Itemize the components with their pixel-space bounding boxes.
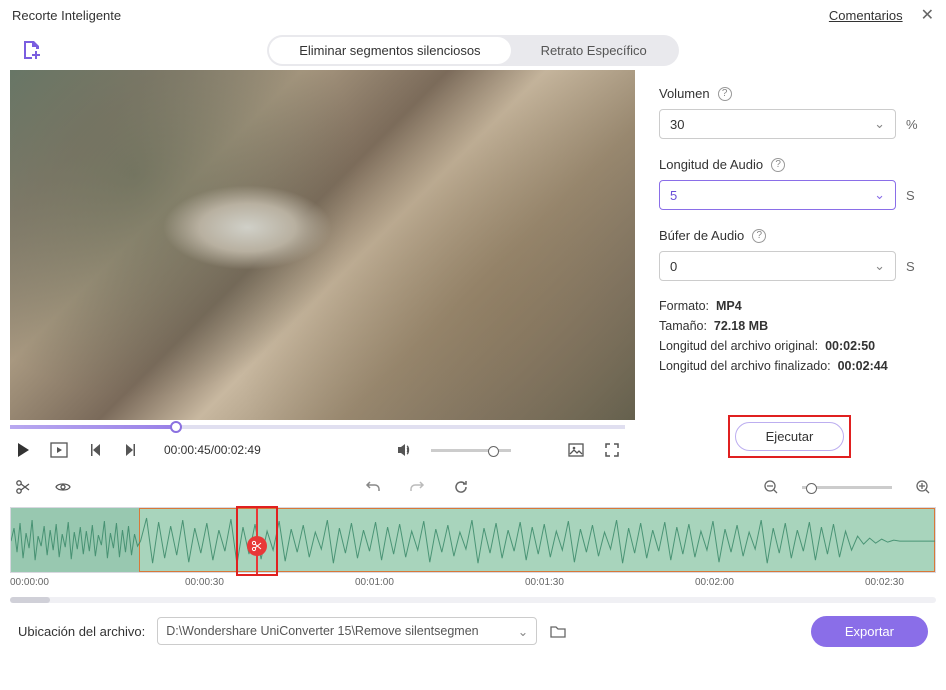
chevron-down-icon: ⌄ [874, 116, 885, 132]
run-button[interactable]: Ejecutar [735, 422, 845, 451]
help-icon[interactable]: ? [752, 229, 766, 243]
cut-handle-icon[interactable] [247, 536, 267, 556]
volume-label: Volumen [659, 86, 710, 101]
seek-bar[interactable] [10, 425, 625, 429]
audio-buffer-select[interactable]: 0⌄ [659, 251, 896, 281]
comments-link[interactable]: Comentarios [829, 8, 903, 23]
scissors-icon[interactable] [14, 478, 32, 496]
chevron-down-icon: ⌄ [874, 258, 885, 274]
play-frame-icon[interactable] [50, 441, 68, 459]
audio-length-unit: S [906, 188, 920, 203]
chevron-down-icon: ⌄ [518, 624, 528, 639]
play-icon[interactable] [14, 441, 32, 459]
run-highlight: Ejecutar [728, 415, 852, 458]
help-icon[interactable]: ? [771, 158, 785, 172]
help-icon[interactable]: ? [718, 87, 732, 101]
zoom-in-icon[interactable] [914, 478, 932, 496]
eye-icon[interactable] [54, 478, 72, 496]
size-value: 72.18 MB [714, 319, 768, 333]
audio-buffer-unit: S [906, 259, 920, 274]
file-location-select[interactable]: D:\Wondershare UniConverter 15\Remove si… [157, 617, 537, 645]
final-length-value: 00:02:44 [838, 359, 888, 373]
export-button[interactable]: Exportar [811, 616, 928, 647]
tab-silent-segments[interactable]: Eliminar segmentos silenciosos [269, 37, 510, 64]
final-length-label: Longitud del archivo finalizado: [659, 359, 831, 373]
timeline-scrollbar[interactable] [10, 597, 936, 603]
refresh-icon[interactable] [452, 478, 470, 496]
audio-length-label: Longitud de Audio [659, 157, 763, 172]
volume-unit: % [906, 117, 920, 132]
prev-frame-icon[interactable] [86, 441, 104, 459]
volume-slider[interactable] [431, 449, 511, 452]
size-label: Tamaño: [659, 319, 707, 333]
open-folder-icon[interactable] [549, 622, 567, 640]
video-preview[interactable] [10, 70, 635, 420]
zoom-slider[interactable] [802, 486, 892, 489]
waveform-track[interactable] [10, 507, 936, 573]
fullscreen-icon[interactable] [603, 441, 621, 459]
mode-tabs: Eliminar segmentos silenciosos Retrato E… [267, 35, 679, 66]
redo-icon[interactable] [408, 478, 426, 496]
window-title: Recorte Inteligente [12, 8, 121, 23]
cut-region-highlight [236, 506, 278, 576]
chevron-down-icon: ⌄ [874, 187, 885, 203]
zoom-out-icon[interactable] [762, 478, 780, 496]
undo-icon[interactable] [364, 478, 382, 496]
file-location-label: Ubicación del archivo: [18, 624, 145, 639]
volume-select[interactable]: 30⌄ [659, 109, 896, 139]
format-value: MP4 [716, 299, 742, 313]
snapshot-icon[interactable] [567, 441, 585, 459]
app-logo-icon [20, 38, 44, 62]
volume-icon[interactable] [395, 441, 413, 459]
audio-buffer-label: Búfer de Audio [659, 228, 744, 243]
playback-time: 00:00:45/00:02:49 [164, 443, 261, 457]
audio-length-select[interactable]: 5⌄ [659, 180, 896, 210]
orig-length-value: 00:02:50 [825, 339, 875, 353]
close-icon[interactable]: ✕ [921, 5, 934, 25]
timeline-ruler: 00:00:00 00:00:30 00:01:00 00:01:30 00:0… [10, 573, 936, 595]
format-label: Formato: [659, 299, 709, 313]
tab-portrait[interactable]: Retrato Específico [511, 37, 677, 64]
next-frame-icon[interactable] [122, 441, 140, 459]
orig-length-label: Longitud del archivo original: [659, 339, 818, 353]
